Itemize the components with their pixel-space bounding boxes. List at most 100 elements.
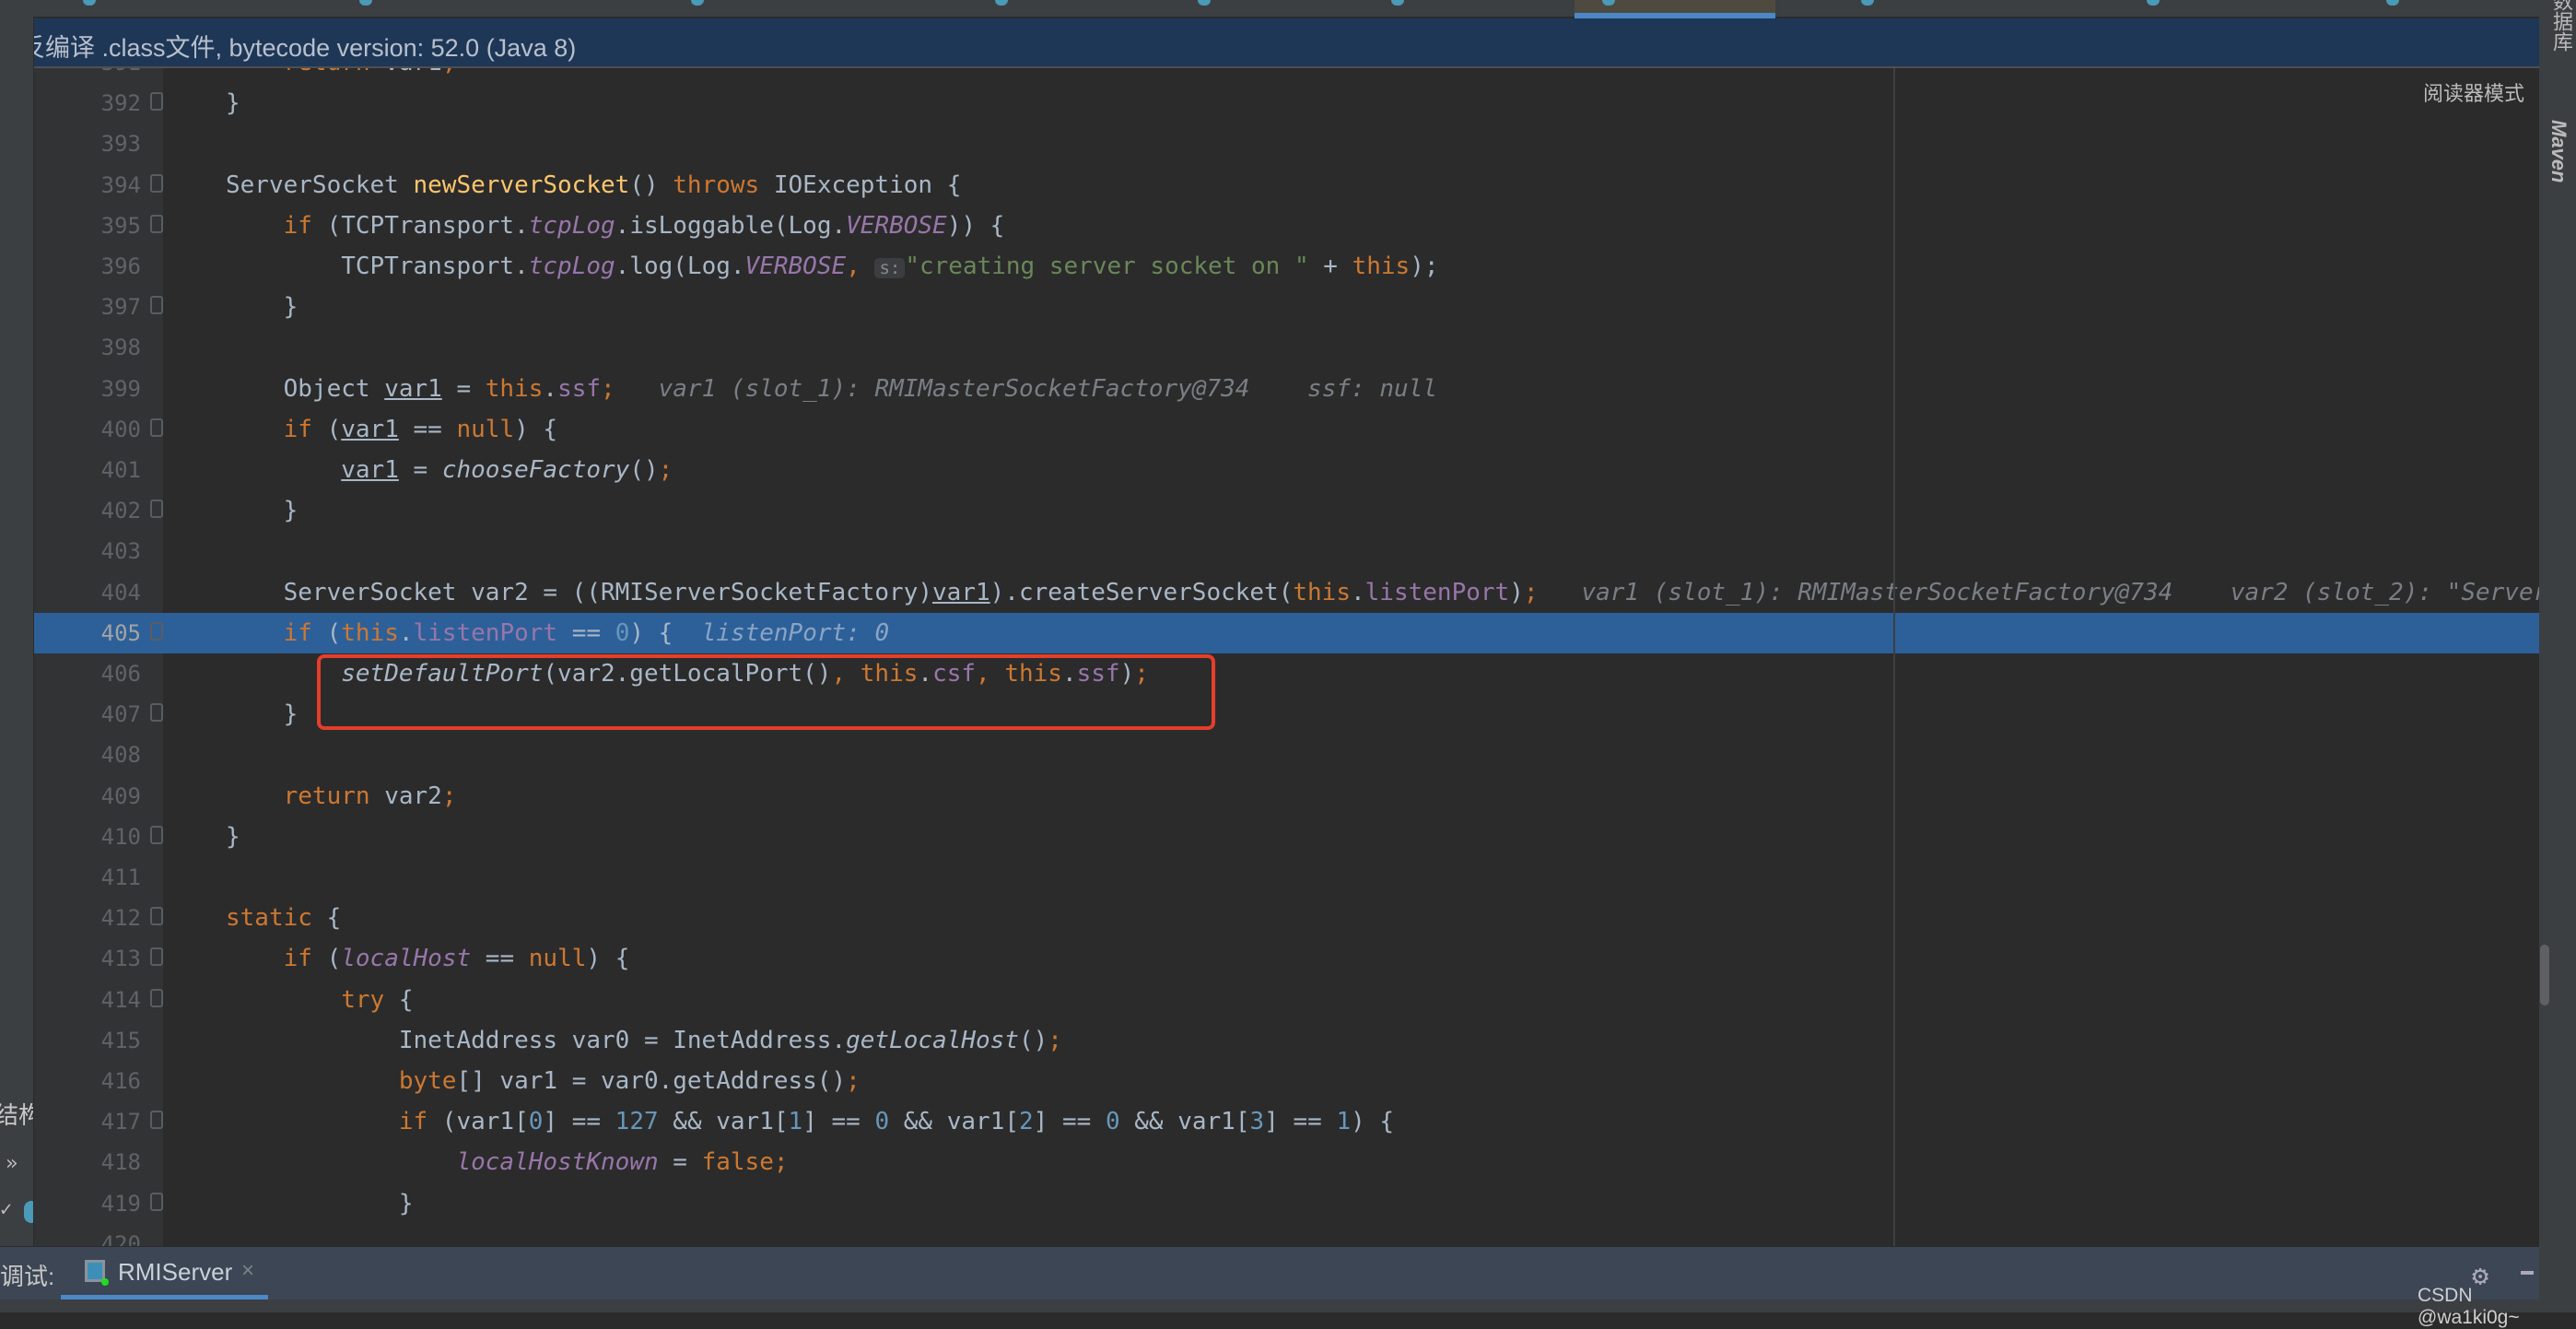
line-number[interactable]: 399 xyxy=(89,376,141,402)
line-number[interactable]: 407 xyxy=(89,701,141,727)
line-number[interactable]: 409 xyxy=(89,783,141,809)
code-line[interactable]: 396 TCPTransport.tcpLog.log(Log.VERBOSE,… xyxy=(34,246,2539,287)
code-line[interactable]: 403 xyxy=(34,531,2539,571)
code-token: ServerSocket xyxy=(226,171,414,199)
line-number[interactable]: 406 xyxy=(89,661,141,687)
current-execution-line[interactable]: 405 if (this.listenPort == 0) { listenPo… xyxy=(34,612,2539,653)
line-number[interactable]: 398 xyxy=(89,335,141,360)
line-number[interactable]: 392 xyxy=(89,90,141,116)
code-line[interactable]: 416 byte[] var1 = var0.getAddress(); xyxy=(34,1061,2539,1101)
maven-tool-button[interactable]: Maven xyxy=(2547,120,2570,182)
line-number[interactable]: 403 xyxy=(89,538,141,564)
code-line[interactable]: 402 } xyxy=(34,490,2539,531)
code-line[interactable]: 414 try { xyxy=(34,980,2539,1020)
fold-marker-icon[interactable] xyxy=(150,1111,163,1130)
fold-marker-icon[interactable] xyxy=(150,907,163,926)
line-number[interactable]: 404 xyxy=(89,580,141,606)
code-line[interactable]: 418 localHostKnown = false; xyxy=(34,1142,2539,1182)
code-line[interactable]: 400 if (var1 == null) { xyxy=(34,409,2539,450)
code-line[interactable]: 413 if (localHost == null) { xyxy=(34,938,2539,979)
code-line[interactable]: 392} xyxy=(34,83,2539,123)
line-number[interactable]: 414 xyxy=(89,987,141,1013)
line-number[interactable]: 405 xyxy=(89,620,141,646)
code-token: } xyxy=(226,822,240,851)
code-line[interactable]: 417 if (var1[0] == 127 && var1[1] == 0 &… xyxy=(34,1101,2539,1142)
code-line[interactable]: 408 xyxy=(34,735,2539,775)
line-number[interactable]: 401 xyxy=(89,457,141,483)
debug-inline-value: listenPort: 0 xyxy=(673,618,890,647)
code-text: TCPTransport.tcpLog.log(Log.VERBOSE, s: "… xyxy=(226,253,1438,282)
line-number[interactable]: 395 xyxy=(89,213,141,239)
code-line[interactable]: 399 Object var1 = this.ssf; var1 (slot_1… xyxy=(34,369,2539,409)
fold-marker-icon[interactable] xyxy=(150,418,163,437)
fold-marker-icon[interactable] xyxy=(150,173,163,193)
fold-marker-icon[interactable] xyxy=(150,988,163,1007)
line-number[interactable]: 416 xyxy=(89,1068,141,1094)
code-line[interactable]: 419 } xyxy=(34,1183,2539,1224)
line-number[interactable]: 402 xyxy=(89,498,141,523)
fold-marker-icon[interactable] xyxy=(150,214,163,233)
fold-marker-icon[interactable] xyxy=(150,92,163,112)
editor-scrollbar[interactable] xyxy=(2540,945,2549,1006)
editor-tab[interactable] xyxy=(1364,0,1539,17)
fold-marker-icon[interactable] xyxy=(150,500,163,519)
code-token: "creating server socket on " xyxy=(905,253,1309,280)
fold-marker-icon[interactable] xyxy=(150,947,163,967)
code-line[interactable]: 404 ServerSocket var2 = ((RMIServerSocke… xyxy=(34,572,2539,613)
editor-tab[interactable] xyxy=(2359,0,2534,17)
line-number[interactable]: 417 xyxy=(89,1109,141,1135)
database-tool-button[interactable]: 数据库 xyxy=(2547,0,2576,52)
editor-tab[interactable] xyxy=(1833,0,2008,17)
line-number[interactable]: 393 xyxy=(89,131,141,157)
line-number[interactable]: 420 xyxy=(89,1231,141,1246)
editor-tab[interactable] xyxy=(967,0,1142,17)
fold-marker-icon[interactable] xyxy=(150,825,163,844)
code-line[interactable]: 397 } xyxy=(34,287,2539,327)
editor-tab[interactable] xyxy=(55,0,230,17)
line-number[interactable]: 400 xyxy=(89,417,141,442)
code-token: this xyxy=(485,374,544,403)
code-line[interactable]: 393 xyxy=(34,123,2539,164)
code-line[interactable]: 409 return var2; xyxy=(34,776,2539,817)
line-number[interactable]: 397 xyxy=(89,294,141,320)
line-number[interactable]: 411 xyxy=(89,864,141,890)
code-token: var1 xyxy=(341,415,399,443)
fold-marker-icon[interactable] xyxy=(150,1192,163,1211)
line-number[interactable]: 396 xyxy=(89,253,141,279)
line-number[interactable]: 394 xyxy=(89,172,141,198)
editor-tab[interactable] xyxy=(332,0,507,17)
code-editor[interactable]: 391 return var1;392}393394ServerSocket n… xyxy=(34,42,2539,1246)
line-number[interactable]: 412 xyxy=(89,905,141,931)
line-number[interactable]: 413 xyxy=(89,946,141,971)
run-config-tab[interactable]: RMIServer × xyxy=(61,1247,268,1300)
line-number[interactable]: 410 xyxy=(89,824,141,850)
code-line[interactable]: 410} xyxy=(34,817,2539,857)
code-line[interactable]: 411 xyxy=(34,857,2539,898)
editor-tab[interactable] xyxy=(2119,0,2294,17)
code-line[interactable]: 401 var1 = chooseFactory(); xyxy=(34,450,2539,490)
code-line[interactable]: 394 ServerSocket newServerSocket() throws… xyxy=(34,165,2539,206)
line-number[interactable]: 418 xyxy=(89,1149,141,1175)
code-token: ; xyxy=(1048,1026,1062,1054)
minimize-icon[interactable] xyxy=(2521,1271,2534,1275)
reader-mode-button[interactable]: 阅读器模式 xyxy=(2423,77,2524,107)
editor-tab-active[interactable] xyxy=(1575,0,1775,18)
editor-tab[interactable] xyxy=(1170,0,1345,17)
fold-marker-icon[interactable] xyxy=(150,703,163,723)
line-number[interactable]: 415 xyxy=(89,1028,141,1053)
chevron-right-icon[interactable]: » xyxy=(6,1152,18,1175)
code-line[interactable]: 395 if (TCPTransport.tcpLog.isLoggable(L… xyxy=(34,206,2539,246)
code-line[interactable]: 398 xyxy=(34,327,2539,368)
code-line[interactable]: 412 static { xyxy=(34,898,2539,938)
fold-marker-icon[interactable] xyxy=(150,621,163,641)
structure-tool-button[interactable]: 结构 xyxy=(0,1097,33,1131)
editor-tab[interactable] xyxy=(663,0,838,17)
close-tab-icon[interactable]: × xyxy=(241,1258,254,1284)
code-line[interactable]: 415 InetAddress var0 = InetAddress.getLo… xyxy=(34,1020,2539,1061)
code-line[interactable]: 420 xyxy=(34,1224,2539,1246)
line-number[interactable]: 408 xyxy=(89,742,141,768)
code-token: null xyxy=(528,945,587,973)
line-number[interactable]: 419 xyxy=(89,1191,141,1217)
fold-marker-icon[interactable] xyxy=(150,296,163,315)
